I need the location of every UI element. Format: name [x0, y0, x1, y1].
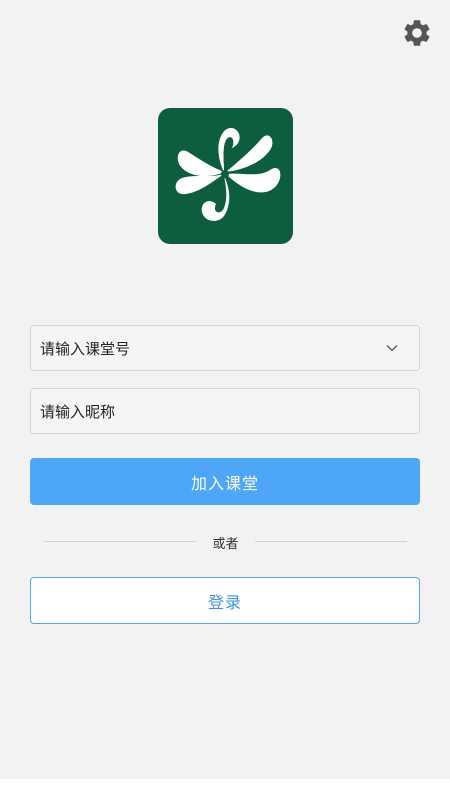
classroom-number-placeholder: 请输入课堂号 — [40, 339, 131, 358]
divider-line-left — [44, 541, 196, 542]
classroom-number-select[interactable]: 请输入课堂号 — [30, 325, 420, 371]
divider-text: 或者 — [212, 537, 239, 552]
login-button[interactable]: 登录 — [30, 577, 420, 624]
app-screen: 请输入课堂号 请输入昵称 加入课堂 或者 登录 — [0, 0, 450, 779]
settings-button[interactable] — [401, 17, 433, 49]
join-classroom-button[interactable]: 加入课堂 — [30, 458, 420, 505]
gear-icon — [404, 20, 430, 46]
join-classroom-label: 加入课堂 — [190, 473, 259, 493]
divider-line-right — [255, 541, 407, 542]
chevron-down-icon — [386, 345, 398, 352]
app-logo — [158, 108, 293, 244]
login-label: 登录 — [207, 592, 242, 612]
nickname-input[interactable]: 请输入昵称 — [30, 388, 420, 434]
pinwheel-logo — [175, 128, 281, 221]
nickname-placeholder: 请输入昵称 — [40, 402, 116, 421]
